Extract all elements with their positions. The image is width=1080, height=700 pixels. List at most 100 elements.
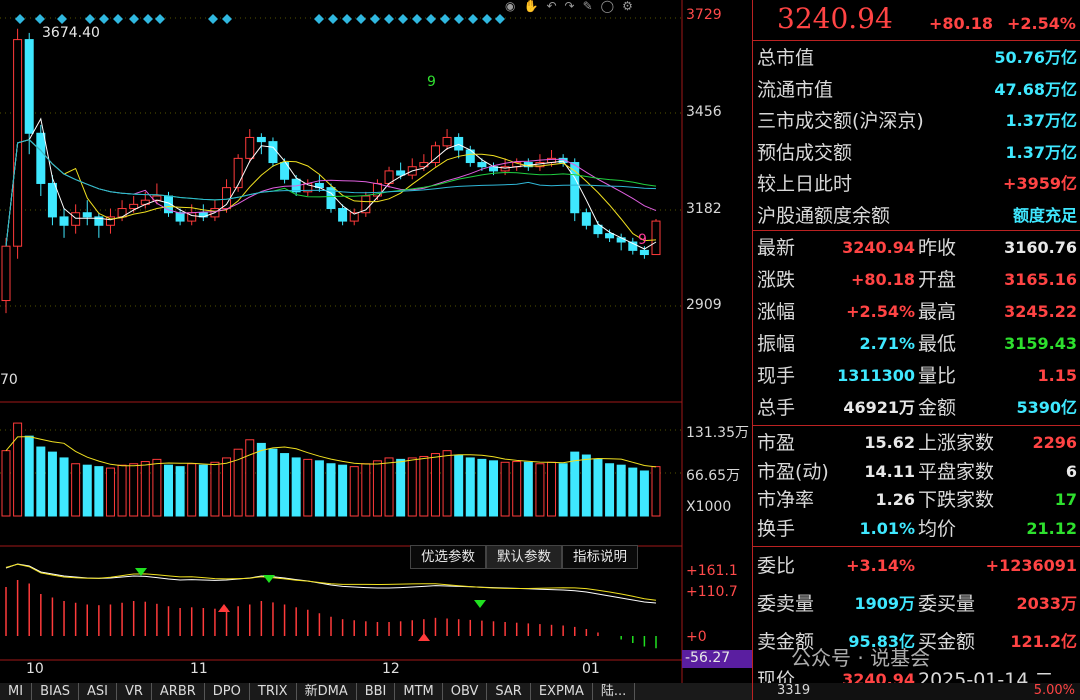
market-row: 三市成交额(沪深京) 1.37万亿 <box>753 106 1080 136</box>
indicator-tab[interactable]: TRIX <box>250 683 297 700</box>
indicator-axis-label: +110.7 <box>686 584 738 600</box>
volume-bar <box>605 463 615 517</box>
order-label: 委买量 <box>918 593 976 615</box>
indicator-tab[interactable]: MI <box>0 683 33 700</box>
candle-body <box>454 136 464 151</box>
circle-icon[interactable]: ◯ <box>601 0 614 14</box>
volume-bar <box>222 457 232 517</box>
settings-icon[interactable]: ⚙ <box>622 0 633 14</box>
candle-body <box>71 212 81 226</box>
candle-body <box>24 39 34 134</box>
indicator-tab[interactable]: ASI <box>79 683 117 700</box>
stats-label: 市盈(动) <box>757 460 829 483</box>
eye-icon[interactable]: ◉ <box>505 0 515 14</box>
volume-bar <box>628 467 638 517</box>
indicator-tab[interactable]: DPO <box>205 683 250 700</box>
candle-body <box>442 136 452 147</box>
optimal-params-button[interactable]: 优选参数 <box>410 545 486 569</box>
stats-label: 均价 <box>918 517 957 540</box>
volume-bar <box>187 463 197 517</box>
indicator-tab[interactable]: OBV <box>443 683 488 700</box>
quotes-value: 1.15 <box>1037 366 1077 385</box>
brush-icon[interactable]: ✎ <box>583 0 593 14</box>
signal-diamond <box>129 14 139 24</box>
indicator-tab[interactable]: MTM <box>395 683 443 700</box>
order-value: 2033万 <box>1016 594 1077 613</box>
volume-bar <box>47 451 57 517</box>
quotes-value: 3245.22 <box>1004 302 1077 321</box>
candle-body <box>396 170 406 176</box>
volume-bar <box>500 461 510 517</box>
indicator-help-button[interactable]: 指标说明 <box>562 545 638 569</box>
indicator-tab[interactable]: BIAS <box>32 683 79 700</box>
signal-arrow <box>474 600 486 608</box>
header-price: 3240.94 <box>777 2 893 35</box>
quotes-value: 46921万 <box>843 398 915 417</box>
indicator-tab[interactable]: SAR <box>487 683 531 700</box>
candle-body <box>245 136 255 159</box>
volume-bar <box>314 460 324 517</box>
market-value: 1.37万亿 <box>1005 111 1077 130</box>
price-high-annotation: 3674.40 <box>42 25 100 41</box>
indicator-tab[interactable]: 新DMA <box>297 683 357 700</box>
candle-body <box>82 212 92 218</box>
default-params-button[interactable]: 默认参数 <box>486 545 562 569</box>
volume-bar <box>384 457 394 517</box>
kline-chart-area[interactable]: 99 3729 3456 3182 2909 70 3674.40 131.35… <box>0 0 755 700</box>
redo-icon[interactable]: ↷ <box>565 0 575 14</box>
price-axis-label: 3456 <box>686 104 722 120</box>
quotes-row: 振幅 2.71% 最低 3159.43 <box>753 329 1080 359</box>
volume-bar <box>430 453 440 517</box>
market-value: 1.37万亿 <box>1005 142 1077 162</box>
divider <box>753 546 1080 547</box>
stats-label: 换手 <box>757 517 796 540</box>
stats-value: 2296 <box>1032 433 1077 452</box>
indicator-tab[interactable]: 陆... <box>593 683 636 700</box>
volume-bar <box>129 463 139 517</box>
candle-body <box>581 212 591 226</box>
undo-icon[interactable]: ↶ <box>546 0 556 14</box>
stats-label: 下跌家数 <box>918 489 995 511</box>
signal-diamond <box>143 14 153 24</box>
volume-bar <box>1 450 11 517</box>
signal-diamond <box>57 14 67 24</box>
volume-bar <box>291 457 301 517</box>
signal-diamond <box>15 14 25 24</box>
quotes-value: +80.18 <box>850 270 915 289</box>
candle-body <box>1 245 11 302</box>
stats-value: 1.26 <box>875 490 915 509</box>
signal-diamond <box>314 14 324 24</box>
kline-chart[interactable]: 99 <box>0 0 752 700</box>
market-row: 总市值 50.76万亿 <box>753 43 1080 73</box>
indicator-tab[interactable]: VR <box>117 683 152 700</box>
market-row: 较上日此时 +3959亿 <box>753 169 1080 199</box>
quotes-value: 1311300 <box>837 366 915 385</box>
signal-diamond <box>454 14 464 24</box>
volume-bar <box>59 457 69 517</box>
indicator-tab[interactable]: BBI <box>357 683 396 700</box>
signal-diamond <box>85 14 95 24</box>
volume-bar <box>512 461 522 517</box>
volume-bar <box>407 457 417 517</box>
stats-label: 平盘家数 <box>918 460 995 483</box>
indicator-tab[interactable]: ARBR <box>152 683 205 700</box>
stats-row: 市净率 1.26 下跌家数 17 <box>753 485 1080 515</box>
candle-body <box>47 182 57 218</box>
quotes-value: 3160.76 <box>1004 238 1077 257</box>
signal-diamond <box>99 14 109 24</box>
td-count-label: 9 <box>427 74 436 90</box>
order-value: +1236091 <box>985 556 1077 575</box>
signal-diamond <box>342 14 352 24</box>
month-label: 12 <box>382 661 400 677</box>
market-label: 沪股通额度余额 <box>757 204 891 227</box>
volume-bar <box>523 461 533 517</box>
stats-value: 1.01% <box>859 518 915 538</box>
quotes-row: 涨跌 +80.18 开盘 3165.16 <box>753 265 1080 295</box>
quotes-label: 最新 <box>757 237 796 259</box>
volume-bar <box>24 435 34 517</box>
quotes-row: 涨幅 +2.54% 最高 3245.22 <box>753 297 1080 327</box>
indicator-axis-label: +161.1 <box>686 563 738 579</box>
indicator-tab[interactable]: EXPMA <box>531 683 593 700</box>
volume-bar <box>198 464 208 517</box>
hand-icon[interactable]: ✋ <box>523 0 538 14</box>
